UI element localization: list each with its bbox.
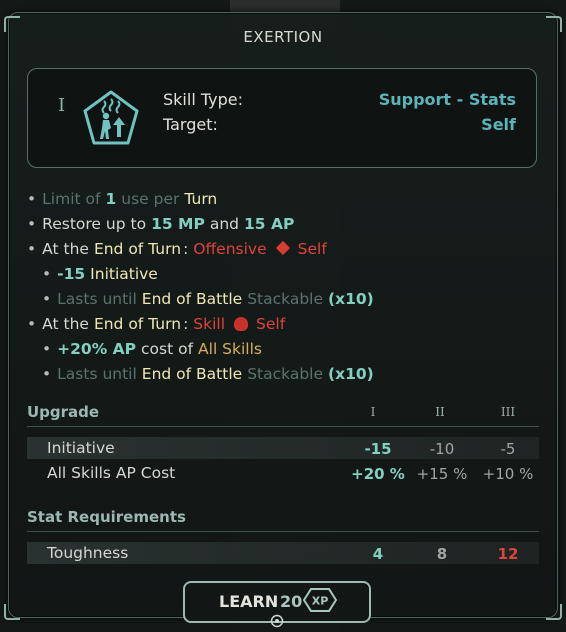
upgrade-value: +15 % — [416, 465, 468, 483]
skill-shield-icon — [234, 317, 249, 331]
upgrade-value: -10 — [429, 440, 455, 458]
rank-2-label: II — [435, 405, 445, 419]
requirement-value-unmet: 12 — [497, 545, 519, 563]
skill-type-value: Support - Stats — [378, 90, 516, 109]
target-icon — [270, 614, 284, 628]
xp-hex-icon: XP — [303, 588, 337, 612]
rank-1-label: I — [370, 405, 376, 419]
upgrade-value: -5 — [500, 440, 516, 458]
upgrade-value: +10 % — [482, 465, 534, 483]
desc-line: • At the End of Turn: Skill Self — [27, 315, 286, 333]
panel-corner — [546, 604, 562, 620]
target-value: Self — [481, 115, 516, 134]
rank-3-label: III — [500, 405, 516, 419]
skill-type-label: Skill Type: — [163, 90, 243, 109]
skill-title: EXERTION — [243, 28, 323, 46]
section-divider — [27, 426, 539, 427]
requirement-row-label: Toughness — [47, 544, 129, 562]
skill-info-box: I Skill Type: Target: Support - Stats Se… — [27, 68, 537, 168]
requirement-value-met: 4 — [372, 545, 384, 563]
requirements-title: Stat Requirements — [27, 508, 186, 526]
desc-line: • +20% AP cost of All Skills — [42, 340, 262, 358]
upgrade-value-current: -15 — [364, 440, 392, 458]
desc-line: • Limit of 1 use per Turn — [27, 190, 218, 208]
target-label: Target: — [163, 115, 218, 134]
desc-line: • -15 Initiative — [42, 265, 158, 283]
rank-glyph: I — [58, 95, 66, 116]
panel-corner — [4, 604, 20, 620]
learn-cost: 20 — [280, 592, 303, 611]
upgrade-title: Upgrade — [27, 403, 100, 421]
requirement-value: 8 — [436, 545, 448, 563]
upgrade-row-label: Initiative — [47, 439, 115, 457]
section-divider — [27, 531, 539, 532]
desc-line: • At the End of Turn: Offensive Self — [27, 240, 327, 258]
desc-line: • Lasts until End of Battle Stackable (x10) — [42, 290, 374, 308]
desc-line: • Restore up to 15 MP and 15 AP — [27, 215, 295, 233]
upgrade-value-current: +20 % — [351, 465, 405, 483]
learn-label: LEARN — [219, 592, 279, 611]
desc-line: • Lasts until End of Battle Stackable (x10) — [42, 365, 374, 383]
svg-text:XP: XP — [312, 595, 329, 608]
upgrade-row-label: All Skills AP Cost — [47, 464, 176, 482]
exertion-figure-arrow-icon — [83, 90, 139, 145]
offensive-diamond-icon — [275, 240, 290, 256]
